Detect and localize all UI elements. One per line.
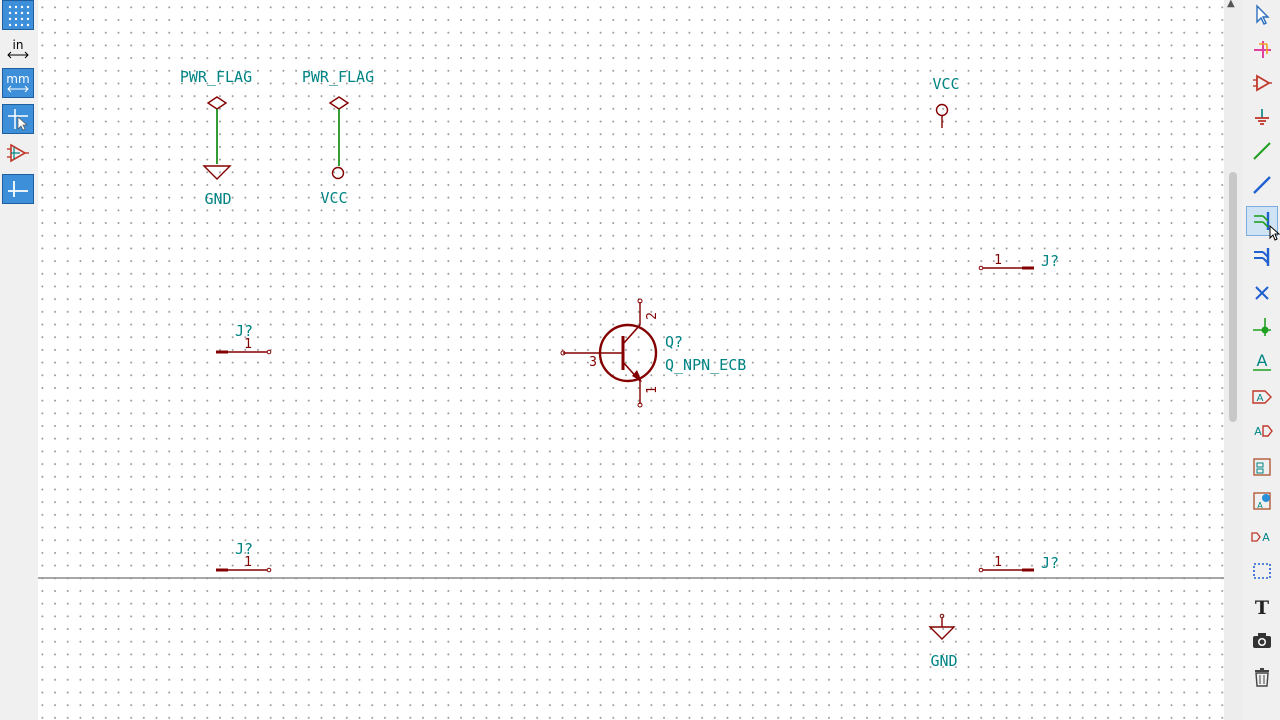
add-net-label-button[interactable]: A <box>1246 346 1278 376</box>
connector-left-top[interactable]: J? 1 <box>216 322 272 355</box>
grid-icon <box>8 5 30 27</box>
highlight-net-button[interactable] <box>1246 34 1278 64</box>
units-mm-label: mm <box>6 72 30 86</box>
left-toolbar: in mm <box>0 0 38 720</box>
connector-left-bottom[interactable]: J? 1 <box>216 540 272 573</box>
hidden-pins-icon <box>7 143 29 163</box>
bus-bus-entry-icon <box>1254 248 1270 266</box>
crosshair-cursor-icon <box>8 109 28 131</box>
add-symbol-button[interactable] <box>1246 68 1278 98</box>
add-text-button[interactable]: T <box>1246 592 1278 622</box>
ground-power-icon <box>1255 109 1269 125</box>
add-bus-button[interactable] <box>1246 170 1278 200</box>
trash-icon <box>1255 668 1269 687</box>
vcc-right-symbol[interactable]: VCC <box>932 75 960 128</box>
add-junction-button[interactable] <box>1246 312 1278 342</box>
mouse-cursor-icon <box>1269 225 1280 241</box>
scroll-up-icon[interactable]: ▲ <box>1227 0 1235 9</box>
svg-text:T: T <box>1255 597 1269 618</box>
add-image-button[interactable] <box>1246 626 1278 656</box>
npn-transistor-symbol[interactable]: 2 3 1 Q? Q_NPN_ECB <box>560 298 746 408</box>
pwr-flag-2-symbol[interactable]: PWR_FLAG <box>302 68 374 166</box>
gnd-top-symbol[interactable]: GND <box>202 165 232 208</box>
add-symbol-icon <box>1253 74 1272 92</box>
sheet-pin-icon: A <box>1251 531 1270 544</box>
units-mm-button[interactable]: mm <box>2 68 34 98</box>
connector-right-top-pin: 1 <box>994 253 1002 268</box>
pwr-flag-1-symbol[interactable]: PWR_FLAG <box>180 68 252 164</box>
pointer-arrow-icon <box>1256 4 1270 25</box>
transistor-reference: Q? <box>665 333 683 351</box>
connector-right-bottom-pin: 1 <box>994 555 1002 570</box>
vcc-right-label: VCC <box>932 75 959 93</box>
highlight-net-icon <box>1254 41 1271 58</box>
cursor-shape-button[interactable] <box>2 104 34 134</box>
gnd-bottom-symbol[interactable]: GND <box>928 613 958 670</box>
connector-right-bottom[interactable]: 1 J? <box>978 554 1059 573</box>
delete-item-button[interactable] <box>1246 662 1278 692</box>
net-label-icon: A <box>1253 351 1271 371</box>
arrow-horizontal-icon <box>7 51 29 59</box>
add-hierarchical-sheet-button[interactable] <box>1246 452 1278 482</box>
connector-left-bottom-pin: 1 <box>244 555 252 570</box>
no-connect-button[interactable] <box>1246 278 1278 308</box>
units-inches-button[interactable]: in <box>2 34 34 64</box>
add-global-label-button[interactable]: A <box>1246 382 1278 412</box>
import-sheet-pin-button[interactable]: A <box>1246 486 1278 516</box>
camera-icon <box>1253 633 1271 648</box>
add-sheet-pin-button[interactable]: A <box>1246 522 1278 552</box>
add-graphic-lines-button[interactable] <box>1246 556 1278 586</box>
svg-text:A: A <box>1257 393 1264 404</box>
transistor-pin-bottom: 1 <box>645 386 660 394</box>
svg-text:A: A <box>1257 501 1263 510</box>
no-connect-x-icon <box>1255 286 1269 300</box>
svg-text:A: A <box>1262 531 1270 544</box>
text-icon: T <box>1255 597 1269 618</box>
global-label-icon: A <box>1252 390 1272 404</box>
junction-icon <box>1253 318 1271 336</box>
show-hidden-pins-button[interactable] <box>2 138 34 168</box>
select-tool-button[interactable] <box>1246 0 1278 30</box>
gnd-top-label: GND <box>204 190 231 208</box>
transistor-pin-base: 3 <box>589 355 597 370</box>
gnd-bottom-label: GND <box>930 652 957 670</box>
hierarchical-label-icon: A <box>1254 425 1273 438</box>
schematic-canvas[interactable]: PWR_FLAG GND PWR_FLAG VCC VCC J? 1 J? 1 … <box>38 0 1224 720</box>
bus-icon <box>1253 176 1271 194</box>
connector-right-bottom-ref: J? <box>1041 554 1059 572</box>
bus-to-bus-entry-button[interactable] <box>1246 242 1278 272</box>
add-wire-button[interactable] <box>1246 136 1278 166</box>
connector-left-top-pin: 1 <box>244 337 252 352</box>
pwr-flag-2-label: PWR_FLAG <box>302 68 374 86</box>
hierarchical-sheet-icon <box>1253 458 1271 476</box>
right-toolbar: A A A A A T <box>1242 0 1280 720</box>
transistor-value: Q_NPN_ECB <box>665 356 746 374</box>
connector-right-top-ref: J? <box>1041 252 1059 270</box>
vcc-left-label: VCC <box>320 189 347 207</box>
wire-icon <box>1253 142 1271 160</box>
vcc-left-symbol[interactable]: VCC <box>320 166 348 208</box>
arrow-horizontal-icon <box>7 85 29 93</box>
pwr-flag-1-label: PWR_FLAG <box>180 68 252 86</box>
svg-text:A: A <box>1254 425 1262 438</box>
vertical-scrollbar[interactable]: ▲ <box>1224 0 1242 720</box>
schematic-drawing: PWR_FLAG GND PWR_FLAG VCC VCC J? 1 J? 1 … <box>38 68 1224 670</box>
grid-toggle-button[interactable] <box>2 0 34 30</box>
connector-right-top[interactable]: 1 J? <box>978 252 1059 271</box>
transistor-pin-top: 2 <box>645 312 660 320</box>
add-hierarchical-label-button[interactable]: A <box>1246 416 1278 446</box>
svg-text:A: A <box>1257 351 1268 370</box>
add-power-button[interactable] <box>1246 102 1278 132</box>
vertical-scrollbar-thumb[interactable] <box>1229 172 1237 422</box>
wire-angle-icon <box>8 181 28 197</box>
units-inches-label: in <box>12 38 24 52</box>
dashed-rectangle-icon <box>1253 563 1271 579</box>
import-sheet-pin-icon: A <box>1253 492 1271 510</box>
wire-to-bus-entry-button[interactable] <box>1246 206 1280 241</box>
wire-45-degree-button[interactable] <box>2 174 34 204</box>
